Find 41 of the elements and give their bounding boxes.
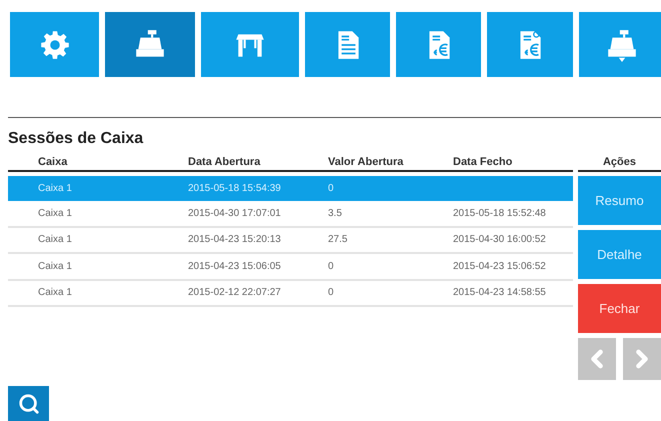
toolbar-tile[interactable] xyxy=(105,12,195,77)
column-header: Ações xyxy=(602,155,636,170)
search-button[interactable] xyxy=(8,386,49,421)
table-cell: Caixa 1 xyxy=(38,234,72,246)
table-cell: 2015-04-23 15:06:05 xyxy=(188,260,281,272)
table-row[interactable]: Caixa 1 2015-02-12 22:07:27 0 2015-04-23 14:58:55 xyxy=(8,280,573,307)
table-cell: 2015-04-30 17:07:01 xyxy=(188,208,281,219)
table-cell: Caixa 1 xyxy=(38,208,72,219)
table-cell: 0 xyxy=(328,260,334,272)
table-cell: Caixa 1 xyxy=(38,183,72,194)
next-button[interactable] xyxy=(623,338,661,380)
table-cell: 2015-04-23 15:20:13 xyxy=(188,234,281,246)
column-header: Data Abertura xyxy=(188,156,260,168)
table-cell: Caixa 1 xyxy=(38,260,72,272)
toolbar-tile[interactable] xyxy=(305,12,390,77)
action-button[interactable]: Fechar xyxy=(578,284,661,333)
toolbar-tile[interactable] xyxy=(579,12,661,77)
table-cell: 27.5 xyxy=(328,234,348,246)
section-title: Sessões de Caixa xyxy=(8,129,144,149)
table-cell: 2015-04-30 16:00:52 xyxy=(453,234,546,246)
toolbar-tile[interactable] xyxy=(396,12,481,77)
column-header: Caixa xyxy=(38,156,68,168)
search-icon xyxy=(18,392,40,414)
toolbar-tile[interactable] xyxy=(487,12,573,77)
table-cell: 2015-04-23 14:58:55 xyxy=(453,287,546,298)
table-cell: 2015-05-18 15:54:39 xyxy=(188,183,281,194)
table-row[interactable]: Caixa 1 2015-04-23 15:20:13 27.5 2015-04-30 16:00:52 xyxy=(8,228,573,254)
table-row[interactable]: Caixa 1 2015-04-30 17:07:01 3.5 2015-05-18 15:52:48 xyxy=(8,201,573,228)
table-row[interactable]: Caixa 1 2015-04-23 15:06:05 0 2015-04-23 15:06:52 xyxy=(8,254,573,280)
table-cell: 2015-02-12 22:07:27 xyxy=(188,287,281,298)
table-cell: Caixa 1 xyxy=(38,287,72,298)
table-cell: 2015-05-18 15:52:48 xyxy=(453,208,546,219)
toolbar-tile[interactable] xyxy=(201,12,299,77)
column-header: Valor Abertura xyxy=(328,156,404,168)
table-cell: 0 xyxy=(328,287,334,298)
toolbar-tile[interactable] xyxy=(10,12,99,77)
table-cell: 2015-04-23 15:06:52 xyxy=(453,260,546,272)
column-header: Data Fecho xyxy=(453,156,512,168)
table-cell: 0 xyxy=(328,183,334,194)
table-cell: 3.5 xyxy=(328,208,342,219)
previous-button[interactable] xyxy=(578,338,616,380)
